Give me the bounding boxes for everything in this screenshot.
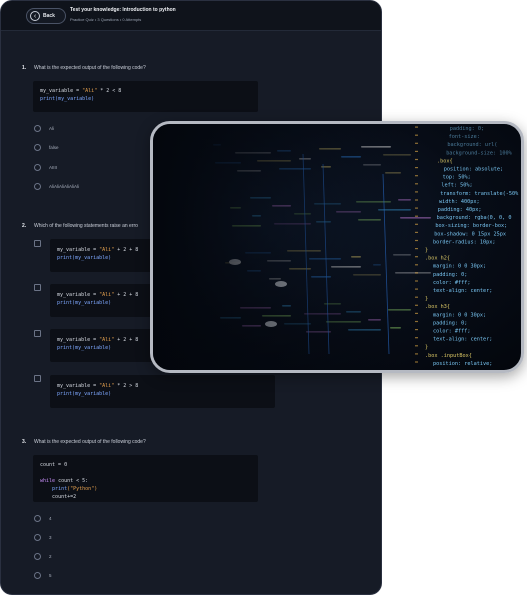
code-string: "Ali" — [82, 88, 98, 94]
question-3-code: count = 0 while count < 5: print("Python… — [33, 455, 258, 502]
code-text: count = 0 — [40, 462, 68, 468]
q3-option-4-radio[interactable] — [34, 572, 41, 579]
code-string: "Ali" — [99, 292, 115, 298]
q3-option-4-label: 5 — [49, 573, 52, 578]
code-text: count < 5: — [55, 478, 89, 484]
q3-option-1-radio[interactable] — [34, 515, 41, 522]
q2-option-1-checkbox[interactable] — [34, 240, 41, 247]
question-1-text: What is the expected output of the follo… — [34, 65, 146, 71]
q1-option-2-radio[interactable] — [34, 144, 41, 151]
q3-option-3-label: 2 — [49, 554, 52, 559]
q1-option-3-radio[interactable] — [34, 164, 41, 171]
code-text: count+=2 — [52, 494, 77, 500]
code-string: ("Python") — [67, 486, 98, 492]
code-string: "Ali" — [99, 337, 115, 343]
question-1-code: my_variable = "Ali" * 2 < 8 print(my_var… — [33, 81, 258, 112]
back-button-label: Back — [43, 13, 55, 19]
code-text: my_variable = — [57, 383, 100, 389]
q2-option-2-checkbox[interactable] — [34, 284, 41, 291]
code-text: my_variable = — [57, 292, 100, 298]
question-1-number: 1. — [22, 65, 27, 71]
q3-option-2-label: 3 — [49, 535, 52, 540]
q1-option-1-label: Ali — [49, 126, 55, 131]
q1-option-1-radio[interactable] — [34, 125, 41, 132]
code-string: "Ali" — [99, 247, 115, 253]
q2-option-4-checkbox[interactable] — [34, 375, 41, 382]
code-text: * 2 < 8 — [97, 88, 122, 94]
code-print-line: print(my_variable) — [57, 300, 112, 306]
code-text: my_variable = — [57, 247, 100, 253]
code-string: "Ali" — [99, 383, 115, 389]
q1-option-4-label: AliAliAliAliAliAli — [49, 184, 80, 189]
code-text: + 2 + 8 — [114, 337, 139, 343]
code-print-line: print(my_variable) — [57, 255, 112, 261]
code-text: + 2 + 8 — [114, 292, 139, 298]
depth-fade — [153, 124, 521, 370]
code-screen-illustration: padding: 0;font-size:background: url(bac… — [153, 124, 521, 370]
question-2-text: Which of the following statements raise … — [34, 223, 138, 229]
code-text: my_variable = — [40, 88, 83, 94]
quiz-title: Test your knowledge: Introduction to pyt… — [70, 7, 176, 13]
q3-option-2-radio[interactable] — [34, 534, 41, 541]
code-text: my_variable = — [57, 337, 100, 343]
code-print-line: print(my_variable) — [57, 345, 112, 351]
quiz-subtitle: Practice Quiz • 3 Questions • 0 Attempts — [70, 17, 142, 22]
q3-option-1-label: 4 — [49, 516, 52, 521]
code-function: print — [52, 486, 68, 492]
q1-option-3-label: AIIII — [49, 165, 58, 170]
question-3-number: 3. — [22, 439, 27, 445]
back-button[interactable]: ‹ Back — [26, 8, 66, 24]
question-2-number: 2. — [22, 223, 27, 229]
code-print-line: print(my_variable) — [57, 391, 112, 397]
code-keyword: while — [40, 478, 56, 484]
code-text: * 2 > 8 — [114, 383, 139, 389]
q1-option-2-label: false — [49, 145, 59, 150]
q3-option-3-radio[interactable] — [34, 553, 41, 560]
q1-option-4-radio[interactable] — [34, 183, 41, 190]
top-bar: ‹ Back Test your knowledge: Introduction… — [1, 1, 381, 31]
q2-option-4-code: my_variable = "Ali" * 2 > 8 print(my_var… — [50, 375, 275, 408]
question-3-text: What is the expected output of the follo… — [34, 439, 146, 445]
code-screen-photo: padding: 0;font-size:background: url(bac… — [150, 121, 524, 373]
q2-option-3-checkbox[interactable] — [34, 330, 41, 337]
code-print-line: print(my_variable) — [40, 96, 95, 102]
code-text: + 2 + 8 — [114, 247, 139, 253]
chevron-left-icon: ‹ — [30, 11, 40, 21]
